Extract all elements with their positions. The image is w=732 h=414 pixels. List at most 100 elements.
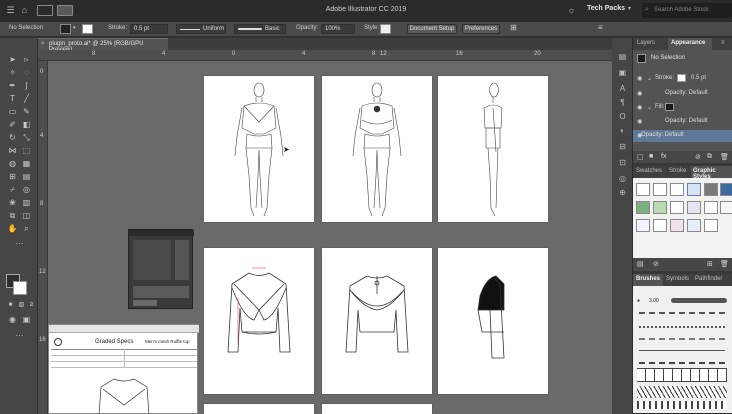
pen-tool-icon[interactable]: ✒ <box>7 80 18 91</box>
artboard-tool-icon[interactable]: ⧉ <box>7 210 18 221</box>
stock-search-input[interactable]: ⌕ Search Adobe Stock <box>642 3 732 18</box>
panel-menu-icon[interactable]: ≡ <box>598 23 603 32</box>
line-tool-icon[interactable]: ╱ <box>21 93 32 104</box>
artboard-front-flat[interactable] <box>204 248 314 394</box>
stroke-swatch[interactable] <box>82 24 93 34</box>
direct-selection-tool-icon[interactable]: ▹ <box>21 54 32 65</box>
shaper-tool-icon[interactable]: ✐ <box>7 119 18 130</box>
paragraph-icon[interactable]: ¶ <box>617 98 628 108</box>
clear-appearance-icon[interactable]: ⊘ <box>695 153 701 161</box>
column-graph-tool-icon[interactable]: ▥ <box>21 197 32 208</box>
character-icon[interactable]: A <box>617 84 628 94</box>
rectangle-tool-icon[interactable]: ▭ <box>7 106 18 117</box>
brush-stroke[interactable] <box>639 338 725 344</box>
stroke-color-swatch[interactable] <box>677 74 686 82</box>
brush-stroke[interactable] <box>637 386 727 398</box>
appearance-opacity-row[interactable]: ◉ Opacity: Default <box>633 88 732 100</box>
chevron-down-icon[interactable]: ▾ <box>73 25 76 31</box>
artboard-back-flat[interactable] <box>322 248 432 394</box>
add-stroke-icon[interactable]: ▢ <box>637 153 644 161</box>
new-style-icon[interactable]: ⊞ <box>707 260 713 268</box>
delete-icon[interactable]: 🗑 <box>720 153 729 161</box>
tab-appearance[interactable]: Appearance <box>671 40 705 46</box>
libraries-menu-icon[interactable]: ▤ <box>637 260 644 268</box>
add-fill-icon[interactable]: ■ <box>649 153 653 160</box>
graphic-style-swatch[interactable] <box>670 201 684 214</box>
delete-icon[interactable]: 🗑 <box>720 260 729 268</box>
lightbulb-icon[interactable]: ☼ <box>566 5 577 16</box>
graphic-style-swatch[interactable] <box>670 219 684 232</box>
tab-stroke[interactable]: Stroke <box>669 168 686 174</box>
none-mode-icon[interactable]: ⧄ <box>26 300 37 311</box>
artboard-front-figure[interactable] <box>204 76 314 222</box>
graphic-style-swatch[interactable] <box>653 183 667 196</box>
magic-wand-tool-icon[interactable]: ✧ <box>7 67 18 78</box>
tab-brushes[interactable]: Brushes <box>636 276 660 282</box>
fill-swatch[interactable] <box>60 24 71 34</box>
slice-tool-icon[interactable]: ◫ <box>21 210 32 221</box>
mesh-tool-icon[interactable]: ⊞ <box>7 171 18 182</box>
links-icon[interactable]: ⊕ <box>617 188 628 198</box>
color-icon[interactable]: ◐ <box>617 126 628 136</box>
appearance-stroke-row[interactable]: ◉ ⌄ Stroke: 0.5 pt <box>633 73 732 85</box>
width-tool-icon[interactable]: ⋈ <box>7 145 18 156</box>
properties-icon[interactable]: ▤ <box>617 52 628 62</box>
shape-builder-tool-icon[interactable]: ◍ <box>7 158 18 169</box>
hand-tool-icon[interactable]: ✋ <box>7 223 18 234</box>
opentype-icon[interactable]: O <box>617 112 628 122</box>
perspective-grid-tool-icon[interactable]: ▦ <box>21 158 32 169</box>
tab-pathfinder[interactable]: Pathfinder <box>695 276 722 282</box>
paintbrush-tool-icon[interactable]: ✎ <box>21 106 32 117</box>
artboard-side-figure[interactable] <box>438 76 548 222</box>
appearance-object-opacity-row[interactable]: ◉ Opacity: Default <box>633 130 732 142</box>
eraser-tool-icon[interactable]: ◧ <box>21 119 32 130</box>
eye-icon[interactable]: ◉ <box>637 104 642 111</box>
preferences-button[interactable]: Preferences <box>462 24 500 34</box>
graphic-style-swatch[interactable] <box>687 201 701 214</box>
align-icon[interactable]: ⊡ <box>617 158 628 168</box>
graded-specs-sheet[interactable]: Graded Specs Men's mesh Ruffle top <box>48 324 199 414</box>
floating-panel-thumbnail[interactable] <box>128 229 194 309</box>
panel-menu-icon[interactable]: ≡ <box>721 40 725 46</box>
eye-icon[interactable]: ◉ <box>637 118 642 125</box>
libraries-icon[interactable]: ▣ <box>617 68 628 78</box>
color-mode-icon[interactable]: ■ <box>5 300 16 311</box>
artboard-back-figure[interactable] <box>322 76 432 222</box>
blend-tool-icon[interactable]: ◎ <box>21 184 32 195</box>
tab-swatches[interactable]: Swatches <box>636 168 662 174</box>
appearance-fill-row[interactable]: ◉ ⌄ Fill: <box>633 102 732 114</box>
variable-width-profile[interactable]: Uniform <box>176 24 226 34</box>
graphic-style-swatch[interactable] <box>687 183 701 196</box>
draw-mode-icon[interactable]: ◉ <box>7 314 18 325</box>
graphic-style-swatch[interactable] <box>704 183 718 196</box>
symbol-sprayer-tool-icon[interactable]: ❀ <box>7 197 18 208</box>
graphic-style-swatch[interactable] <box>653 201 667 214</box>
chevron-down-icon[interactable]: ⌄ <box>647 104 652 111</box>
brush-stroke[interactable] <box>637 368 727 382</box>
break-link-icon[interactable]: ⊘ <box>653 260 659 268</box>
edit-toolbar-icon[interactable]: ⋯ <box>14 330 25 341</box>
canvas[interactable]: Graded Specs Men's mesh Ruffle top ➤ <box>48 61 612 414</box>
chevron-down-icon[interactable]: ⌄ <box>647 75 652 82</box>
curvature-tool-icon[interactable]: ∫ <box>21 80 32 91</box>
graphic-style-swatch[interactable] <box>636 219 650 232</box>
close-icon[interactable]: × <box>41 41 45 47</box>
appearance-fill-opacity-row[interactable]: ◉ Opacity: Default <box>633 116 732 128</box>
stroke-color-box[interactable] <box>13 281 27 295</box>
graphic-style-swatch[interactable] <box>670 183 684 196</box>
graphic-style-swatch[interactable] <box>704 201 718 214</box>
artboard-row3-b[interactable] <box>322 404 432 414</box>
zoom-tool-icon[interactable]: ⌕ <box>21 223 32 234</box>
eye-icon[interactable]: ◉ <box>637 90 642 97</box>
brush-stroke[interactable] <box>637 401 727 409</box>
lasso-tool-icon[interactable]: ◌ <box>21 67 32 78</box>
artboard-row3-a[interactable] <box>204 404 314 414</box>
more-tools-icon[interactable]: ⋯ <box>14 238 25 249</box>
brush-stroke[interactable] <box>671 298 727 303</box>
graphic-style-swatch[interactable] <box>704 219 718 232</box>
stroke-weight-field[interactable]: 0.5 pt <box>130 24 168 34</box>
document-tab[interactable]: × plugin_proto.ai* @ 25% (RGB/GPU Previe… <box>38 38 168 53</box>
fill-color-swatch[interactable] <box>665 103 674 111</box>
transform-icon[interactable]: ⊟ <box>617 142 628 152</box>
graphic-style-swatch[interactable] <box>636 201 650 214</box>
